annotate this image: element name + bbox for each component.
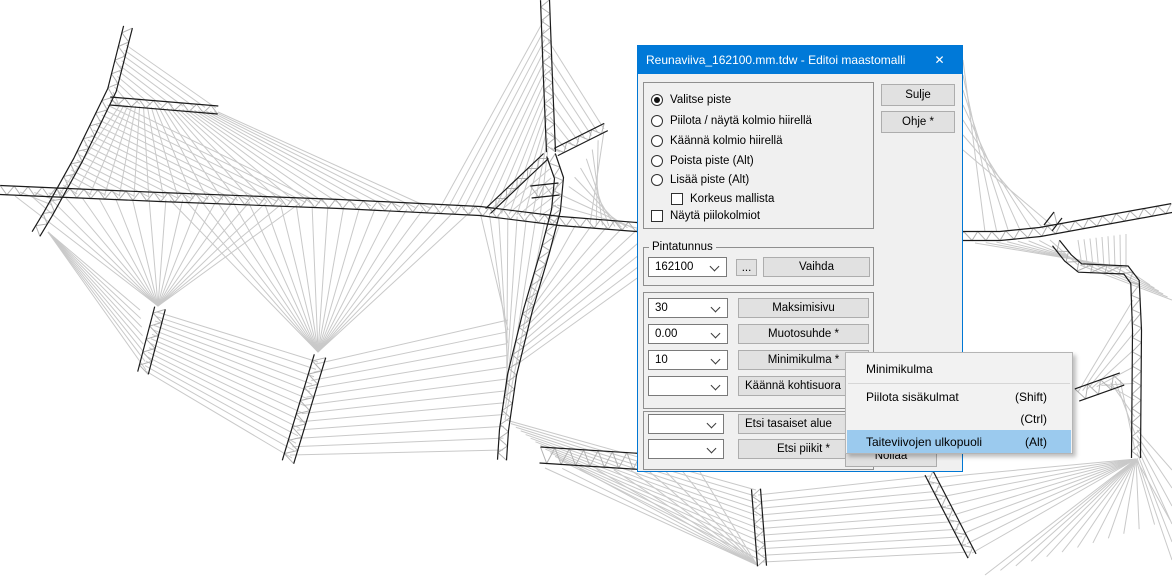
maksimisivu-button[interactable]: Maksimisivu — [738, 298, 869, 318]
checkbox-icon[interactable] — [651, 210, 663, 222]
menu-item-ctrl[interactable]: (Ctrl) — [847, 408, 1071, 430]
muotosuhde-combo[interactable]: 0.00 — [648, 324, 728, 344]
etsi-piikit-combo[interactable] — [648, 439, 724, 459]
menu-item-shortcut: (Shift) — [1015, 390, 1071, 404]
pintatunnus-combo[interactable]: 162100 — [648, 257, 727, 277]
menu-item-label: Piilota sisäkulmat — [847, 390, 1015, 404]
radio-lisaa-piste[interactable]: Lisää piste (Alt) — [651, 172, 749, 188]
menu-item-shortcut: (Ctrl) — [1020, 412, 1071, 426]
radio-piilota-nayta-kolmio[interactable]: Piilota / näytä kolmio hiirellä — [651, 113, 812, 129]
minimikulma-context-menu: Minimikulma Piilota sisäkulmat (Shift) (… — [845, 352, 1073, 454]
chevron-down-icon — [710, 262, 720, 272]
radio-icon[interactable] — [651, 115, 663, 127]
checkbox-korkeus-mallista[interactable]: Korkeus mallista — [671, 191, 774, 207]
chevron-down-icon — [711, 303, 721, 313]
chevron-down-icon — [711, 355, 721, 365]
minimikulma-combo[interactable]: 10 — [648, 350, 728, 370]
checkbox-nayta-piilokolmiot[interactable]: Näytä piilokolmiot — [651, 208, 760, 224]
checkbox-label: Korkeus mallista — [690, 193, 774, 205]
radio-poista-piste[interactable]: Poista piste (Alt) — [651, 153, 754, 169]
menu-item-taiteviivojen-ulkopuoli[interactable]: Taiteviivojen ulkopuoli (Alt) — [847, 430, 1071, 453]
ohje-button[interactable]: Ohje * — [881, 111, 955, 133]
sulje-button[interactable]: Sulje — [881, 84, 955, 106]
menu-item-shortcut: (Alt) — [1025, 435, 1071, 449]
menu-item-label: Minimikulma — [847, 362, 1047, 376]
vaihda-button[interactable]: Vaihda — [763, 257, 870, 277]
chevron-down-icon — [711, 329, 721, 339]
checkbox-icon[interactable] — [671, 193, 683, 205]
combo-value: 10 — [655, 354, 668, 366]
radio-icon[interactable] — [651, 94, 663, 106]
dialog-titlebar[interactable]: Reunaviiva_162100.mm.tdw - Editoi maasto… — [638, 46, 962, 74]
chevron-down-icon — [707, 419, 717, 429]
maksimisivu-combo[interactable]: 30 — [648, 298, 728, 318]
radio-icon[interactable] — [651, 135, 663, 147]
menu-item-minimikulma[interactable]: Minimikulma — [847, 358, 1071, 380]
dialog-title: Reunaviiva_162100.mm.tdw - Editoi maasto… — [638, 53, 917, 67]
radio-label: Käännä kolmio hiirellä — [670, 135, 783, 147]
etsi-tasaiset-combo[interactable] — [648, 414, 724, 434]
combo-value: 162100 — [655, 261, 693, 273]
radio-icon[interactable] — [651, 155, 663, 167]
combo-value: 30 — [655, 302, 668, 314]
kaanna-kohtisuora-combo[interactable] — [648, 376, 728, 396]
terrain-mesh-canvas[interactable] — [0, 0, 1172, 576]
chevron-down-icon — [707, 444, 717, 454]
combo-value: 0.00 — [655, 328, 677, 340]
menu-item-label: Taiteviivojen ulkopuoli — [847, 435, 1025, 449]
muotosuhde-button[interactable]: Muotosuhde * — [738, 324, 869, 344]
radio-label: Piilota / näytä kolmio hiirellä — [670, 115, 812, 127]
checkbox-label: Näytä piilokolmiot — [670, 210, 760, 222]
radio-icon[interactable] — [651, 174, 663, 186]
radio-label: Poista piste (Alt) — [670, 155, 754, 167]
radio-kaanna-kolmio[interactable]: Käännä kolmio hiirellä — [651, 133, 783, 149]
chevron-down-icon — [711, 381, 721, 391]
close-icon: ✕ — [934, 53, 944, 67]
menu-separator — [848, 383, 1070, 384]
radio-label: Valitse piste — [670, 94, 731, 106]
browse-button[interactable]: ... — [736, 259, 757, 276]
close-button[interactable]: ✕ — [917, 46, 962, 74]
pintatunnus-label: Pintatunnus — [649, 241, 716, 253]
radio-label: Lisää piste (Alt) — [670, 174, 749, 186]
menu-item-piilota-sisakulmat[interactable]: Piilota sisäkulmat (Shift) — [847, 386, 1071, 408]
radio-valitse-piste[interactable]: Valitse piste — [651, 92, 731, 108]
